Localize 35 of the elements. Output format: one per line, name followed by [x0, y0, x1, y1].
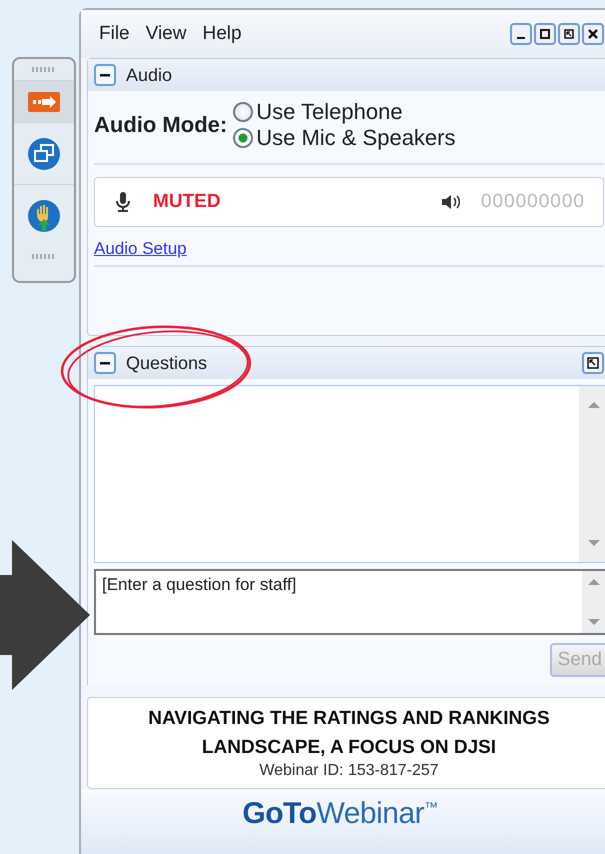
- audio-mode-label: Audio Mode:: [94, 112, 228, 138]
- webinar-title: NAVIGATING THE RATINGS AND RANKINGS LANDSCAPE, A FOCUS ON DJSI: [147, 707, 551, 760]
- windows-icon: [27, 136, 61, 170]
- menu-item[interactable]: File: [91, 23, 138, 45]
- popout-button[interactable]: [582, 352, 604, 374]
- logo: GoToWebinar$^{™}$: [242, 797, 438, 831]
- menu-item[interactable]: Help: [194, 23, 250, 45]
- restore-button[interactable]: [558, 23, 580, 45]
- arrow-button[interactable]: [14, 80, 74, 122]
- panel-title: Audio: [126, 64, 172, 86]
- restore-icon: [563, 28, 575, 40]
- maximize-button[interactable]: [534, 23, 556, 45]
- minimize-icon: [517, 37, 525, 39]
- collapse-button[interactable]: [94, 64, 116, 86]
- scrollbar[interactable]: [579, 386, 605, 562]
- mic-status: MUTED: [153, 191, 221, 213]
- audio-level-reading: 000000000: [480, 191, 585, 213]
- minimize-button[interactable]: [510, 23, 532, 45]
- audio-setup-link[interactable]: Audio Setup: [94, 239, 187, 259]
- speaker-icon: [440, 193, 461, 211]
- raise-hand-icon: [27, 198, 61, 232]
- microphone-icon: [115, 191, 131, 213]
- pointer-arrow-icon: [0, 540, 90, 690]
- panel-title: Questions: [126, 352, 208, 374]
- maximize-icon: [539, 28, 551, 40]
- radio-option[interactable]: Use Telephone: [233, 99, 456, 125]
- grip-icon: [32, 67, 56, 72]
- radio-option[interactable]: Use Mic & Speakers: [233, 125, 456, 151]
- close-icon: [587, 28, 599, 40]
- grip-icon: [32, 254, 56, 259]
- popout-icon: [587, 357, 599, 369]
- webinar-id: Webinar ID: 153-817-257: [258, 762, 440, 780]
- menu-item[interactable]: View: [138, 23, 194, 45]
- close-button[interactable]: [582, 23, 604, 45]
- collapse-button[interactable]: [94, 352, 116, 374]
